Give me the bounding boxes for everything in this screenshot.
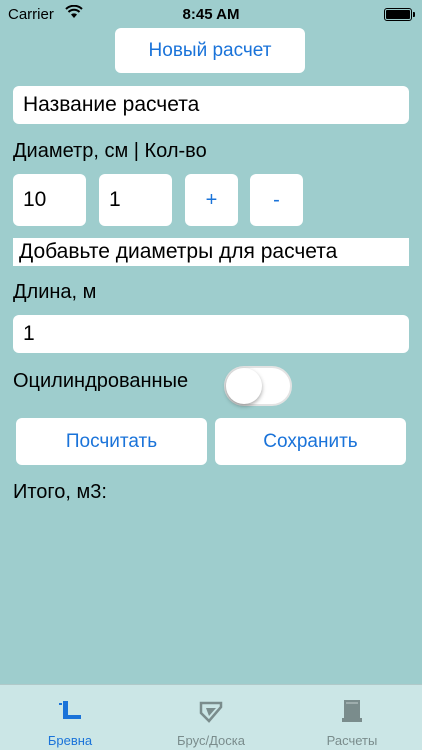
cylindered-label: Оцилиндрованные (13, 370, 189, 392)
total-label: Итого, м3: (13, 481, 107, 503)
tab-calculations[interactable]: Расчеты (282, 685, 422, 750)
tab-logs-label: Бревна (47, 733, 93, 748)
toggle-knob (226, 368, 262, 404)
new-calculation-button[interactable]: Новый расчет (115, 28, 305, 73)
quantity-input[interactable]: 1 (99, 174, 172, 226)
diameters-hint: Добавьте диаметры для расчета (19, 240, 338, 263)
length-label: Длина, м (13, 281, 97, 303)
length-input[interactable]: 1 (13, 315, 409, 353)
battery-icon (384, 8, 415, 21)
status-bar: Carrier 8:45 AM (0, 0, 422, 30)
diameter-quantity-label: Диаметр, см | Кол-во (13, 140, 207, 162)
tab-bar: Бревна Брус/Доска Расчеты (0, 684, 422, 750)
timber-icon (199, 701, 223, 723)
tab-calculations-label: Расчеты (326, 733, 378, 748)
diameter-input[interactable]: 10 (13, 174, 86, 226)
save-button[interactable]: Сохранить (215, 418, 406, 465)
tab-logs[interactable]: Бревна (0, 685, 140, 750)
diameters-list: Добавьте диаметры для расчета (13, 238, 409, 266)
calculations-icon (342, 700, 362, 722)
add-diameter-button[interactable]: + (185, 174, 238, 226)
calculation-name-input[interactable]: Название расчета (13, 86, 409, 124)
tab-timber-label: Брус/Доска (177, 733, 245, 748)
tab-timber[interactable]: Брус/Доска (141, 685, 281, 750)
cylindered-toggle[interactable] (224, 366, 292, 406)
logs-icon (59, 701, 81, 719)
remove-diameter-button[interactable]: - (250, 174, 303, 226)
clock: 8:45 AM (182, 6, 240, 23)
calculate-button[interactable]: Посчитать (16, 418, 207, 465)
